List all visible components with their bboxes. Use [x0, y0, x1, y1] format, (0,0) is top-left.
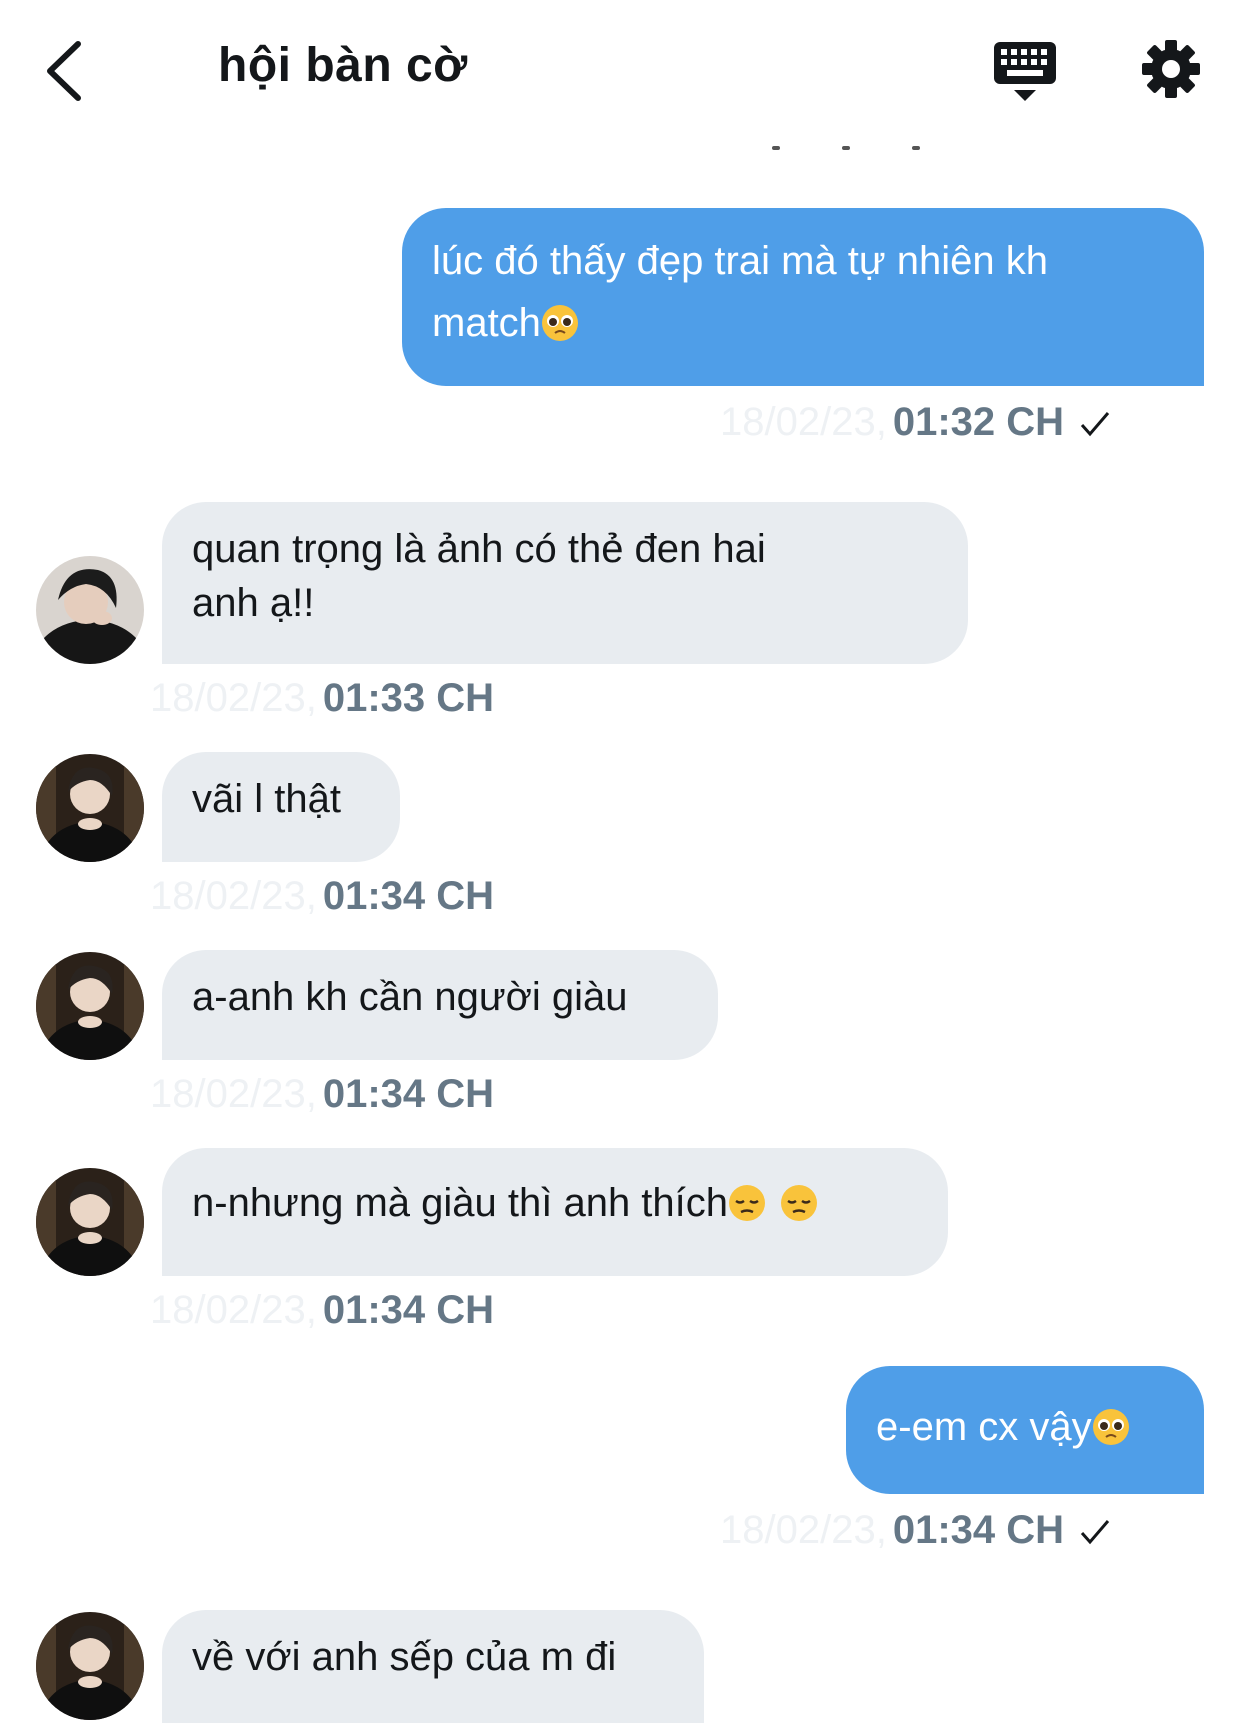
message-timestamp: 18/02/23, 01:34 CH	[720, 1508, 1112, 1558]
message-time: 01:34 CH	[892, 1508, 1065, 1552]
message-timestamp: 18/02/23, 01:32 CH	[720, 400, 1112, 450]
conversation-title[interactable]: hội bàn cờ	[218, 38, 468, 93]
message-bubble-incoming[interactable]: về với anh sếp của m đi	[162, 1610, 704, 1723]
chevron-left-icon	[47, 41, 81, 101]
message-text: lúc đó thấy đẹp trai mà tự nhiên kh	[432, 239, 1049, 283]
message-text: e-em cx vậy	[876, 1405, 1092, 1449]
check-icon	[1080, 1520, 1110, 1545]
message-text: anh ạ!!	[192, 581, 315, 625]
message-date: 18/02/23,	[150, 874, 317, 918]
keyboard-icon	[994, 42, 1056, 101]
message-time: 01:34 CH	[322, 1288, 495, 1332]
message-bubble-incoming[interactable]: vãi l thật	[162, 752, 400, 862]
message-bubble-outgoing[interactable]: lúc đó thấy đẹp trai mà tự nhiên kh matc…	[402, 208, 1204, 386]
message-time: 01:34 CH	[322, 874, 495, 918]
pensive-face-emoji	[780, 1181, 818, 1225]
chat-header: hội bàn cờ	[0, 0, 1242, 140]
avatar[interactable]	[36, 1612, 144, 1720]
message-bubble-outgoing[interactable]: e-em cx vậy	[846, 1366, 1204, 1494]
message-date: 18/02/23,	[150, 676, 317, 720]
message-text: match	[432, 301, 541, 345]
message-timestamp: 18/02/23, 01:34 CH	[150, 1288, 494, 1338]
avatar[interactable]	[36, 556, 144, 664]
pensive-face-emoji	[728, 1181, 766, 1225]
message-text: a-anh kh cần người giàu	[192, 975, 628, 1019]
message-text: vãi l thật	[192, 777, 341, 821]
message-time: 01:33 CH	[322, 676, 495, 720]
message-text: về với anh sếp của m đi	[192, 1635, 617, 1679]
message-date: 18/02/23,	[720, 1508, 887, 1552]
avatar[interactable]	[36, 1168, 144, 1276]
keyboard-toggle-button[interactable]	[992, 40, 1058, 104]
message-date: 18/02/23,	[150, 1288, 317, 1332]
message-date: 18/02/23,	[150, 1072, 317, 1116]
message-time: 01:34 CH	[322, 1072, 495, 1116]
message-bubble-incoming[interactable]: n-nhưng mà giàu thì anh thích	[162, 1148, 948, 1276]
settings-button[interactable]	[1140, 38, 1202, 100]
back-button[interactable]	[40, 36, 100, 106]
message-text: n-nhưng mà giàu thì anh thích	[192, 1181, 729, 1225]
message-timestamp: 18/02/23, 01:34 CH	[150, 874, 494, 924]
message-text: quan trọng là ảnh có thẻ đen hai	[192, 527, 766, 571]
avatar[interactable]	[36, 754, 144, 862]
message-bubble-incoming[interactable]: a-anh kh cần người giàu	[162, 950, 718, 1060]
message-time: 01:32 CH	[892, 400, 1065, 444]
message-timestamp: 18/02/23, 01:33 CH	[150, 676, 494, 726]
message-date: 18/02/23,	[720, 400, 887, 444]
pleading-face-emoji	[541, 301, 579, 345]
check-icon	[1080, 412, 1110, 437]
message-timestamp: 18/02/23, 01:34 CH	[150, 1072, 494, 1122]
gear-icon	[1142, 40, 1200, 98]
message-bubble-incoming[interactable]: quan trọng là ảnh có thẻ đen hai anh ạ!!	[162, 502, 968, 664]
pleading-face-emoji	[1092, 1405, 1130, 1449]
scroll-indicator	[772, 146, 942, 156]
avatar[interactable]	[36, 952, 144, 1060]
